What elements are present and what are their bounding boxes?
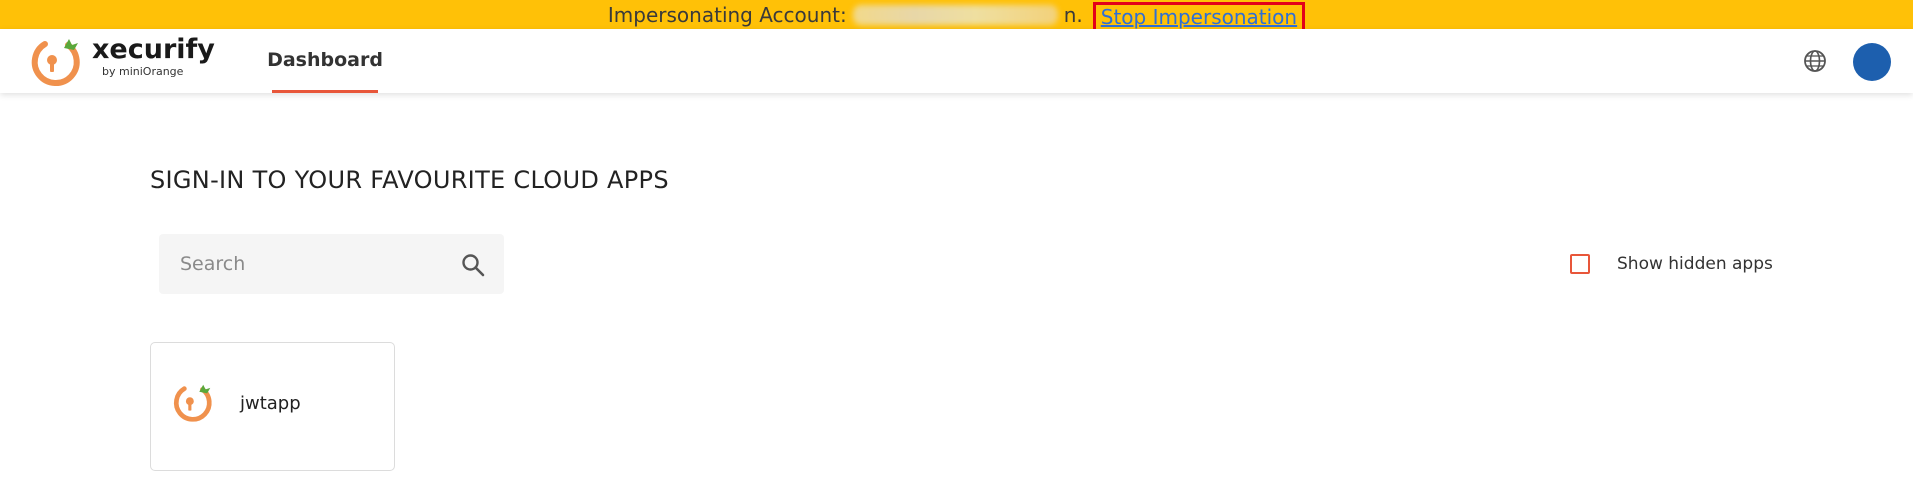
- brand-byline: by miniOrange: [102, 65, 184, 78]
- brand-logo[interactable]: xecurify: [28, 33, 215, 89]
- xecurify-logo-icon: [31, 39, 80, 87]
- stop-impersonation-link[interactable]: Stop Impersonation: [1101, 5, 1297, 29]
- brand-name: xecurify: [92, 34, 215, 65]
- redacted-account-name: [852, 4, 1058, 25]
- show-hidden-apps-label[interactable]: Show hidden apps: [1617, 254, 1773, 274]
- banner-prefix: Impersonating Account:: [607, 2, 847, 27]
- user-avatar[interactable]: [1853, 43, 1891, 81]
- stop-impersonation-highlight: Stop Impersonation: [1092, 1, 1306, 32]
- app-card-jwtapp[interactable]: jwtapp: [150, 342, 395, 471]
- app-name: jwtapp: [240, 393, 301, 414]
- impersonation-banner: Impersonating Account: n. Stop Impersona…: [0, 0, 1913, 32]
- page-title: SIGN-IN TO YOUR FAVOURITE CLOUD APPS: [150, 166, 669, 194]
- banner-account-suffix: n.: [1063, 2, 1083, 27]
- globe-icon[interactable]: [1803, 49, 1827, 73]
- tab-dashboard[interactable]: Dashboard: [267, 29, 383, 93]
- xecurify-logo-icon: [173, 384, 212, 422]
- search-box: [159, 234, 504, 294]
- search-icon[interactable]: [460, 252, 486, 278]
- top-navbar: xecurify by miniOrange Dashboard: [0, 29, 1913, 93]
- search-input[interactable]: [159, 234, 504, 294]
- show-hidden-apps-checkbox[interactable]: [1570, 254, 1590, 274]
